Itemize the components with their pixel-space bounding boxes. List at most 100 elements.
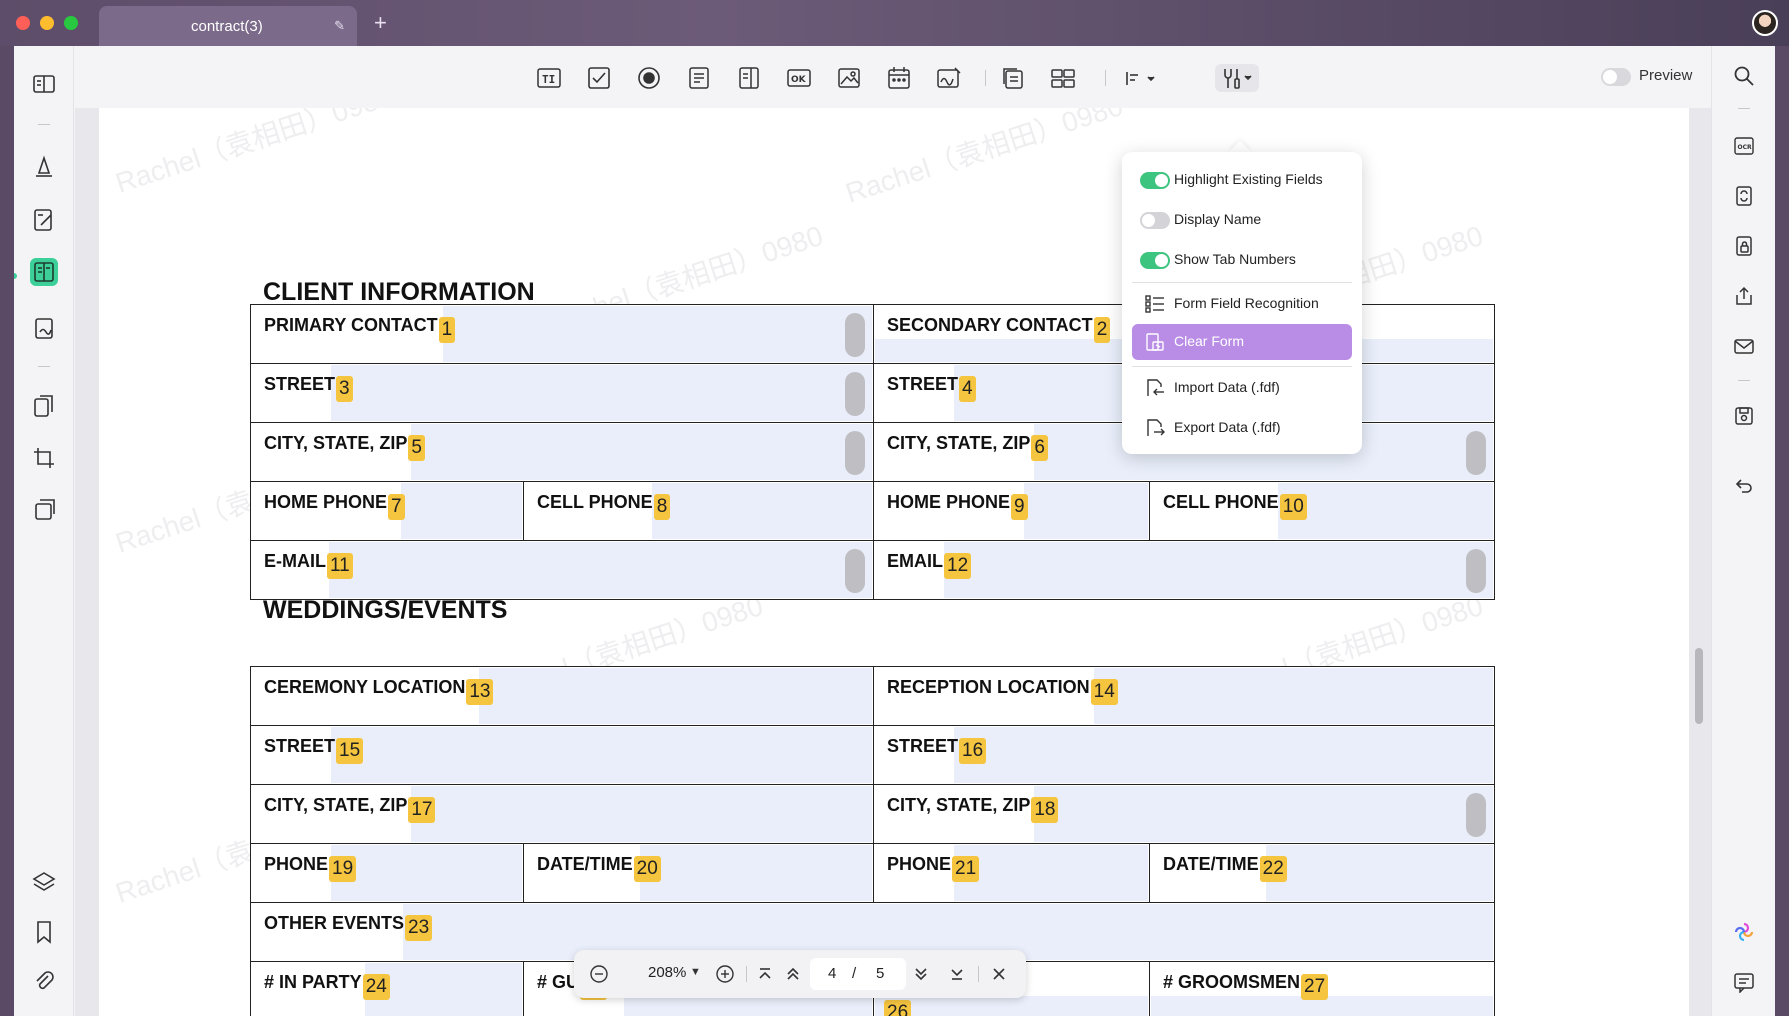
menu-toggle-highlight-existing-fields[interactable]: Highlight Existing Fields [1132,162,1352,198]
form-field-street[interactable]: STREET 15 [250,725,873,784]
page-number-input[interactable]: 4 / 5 [810,958,906,990]
form-field-cell-phone[interactable]: CELL PHONE 8 [523,481,873,540]
field-resize-handle[interactable] [845,372,865,416]
menu-item-form-field-recognition[interactable]: Form Field Recognition [1132,286,1352,322]
section-title-client-information: CLIENT INFORMATION [263,278,535,306]
date-tool-icon[interactable] [885,64,913,92]
pencil-icon[interactable]: ✎ [334,18,345,34]
form-field-cell-phone[interactable]: CELL PHONE 10 [1149,481,1494,540]
zoom-out-icon[interactable] [588,963,610,985]
signature-tool-icon[interactable] [935,64,963,92]
field-resize-handle[interactable] [1466,431,1486,475]
menu-toggle-display-name[interactable]: Display Name [1132,202,1352,238]
fill-sign-icon[interactable] [30,314,58,342]
vertical-scrollbar[interactable] [1695,648,1703,724]
preview-toggle[interactable] [1601,68,1631,86]
document-viewport[interactable]: Rachel（袁相田）0980 Rachel（袁相田）0980 Rachel（袁… [75,108,1711,1016]
form-field-date-time[interactable]: DATE/TIME 20 [523,843,873,902]
form-field-date-time[interactable]: DATE/TIME 22 [1149,843,1494,902]
tools-menu-icon[interactable] [1215,64,1259,92]
protect-icon[interactable] [1732,234,1756,258]
form-field-e-mail[interactable]: E-MAIL 11 [250,540,873,599]
ocr-icon[interactable]: OCR [1732,134,1756,158]
form-field-phone[interactable]: PHONE 21 [873,843,1149,902]
batch-icon[interactable] [30,496,58,524]
menu-item-export-data[interactable]: Export Data (.fdf) [1132,410,1352,446]
form-field-in-party[interactable]: # IN PARTY 24 [250,961,523,1016]
toggle-switch[interactable] [1140,212,1170,229]
tab-number-badge: 13 [466,679,494,705]
previous-page-icon[interactable] [782,963,804,985]
combo-box-tool-icon[interactable] [735,64,763,92]
toggle-switch[interactable] [1140,172,1170,189]
undo-icon[interactable] [1732,474,1756,498]
tab-number-badge: 19 [329,856,357,882]
form-field-phone[interactable]: PHONE 19 [250,843,523,902]
field-resize-handle[interactable] [845,549,865,593]
avatar[interactable] [1752,10,1778,36]
button-tool-icon[interactable]: OK [785,64,813,92]
zoom-in-icon[interactable] [714,963,736,985]
form-field-home-phone[interactable]: HOME PHONE 9 [873,481,1149,540]
form-field-street[interactable]: STREET 16 [873,725,1494,784]
save-icon[interactable] [1732,404,1756,428]
zoom-level[interactable]: 208% [648,964,686,981]
form-field-city-state-zip[interactable]: CITY, STATE, ZIP 5 [250,422,873,481]
convert-icon[interactable] [1732,184,1756,208]
field-resize-handle[interactable] [845,313,865,357]
share-icon[interactable] [1732,284,1756,308]
menu-item-label: Export Data (.fdf) [1174,419,1281,435]
search-icon[interactable] [1732,64,1756,88]
bookmark-icon[interactable] [30,918,58,946]
field-resize-handle[interactable] [1466,549,1486,593]
last-page-icon[interactable] [946,963,968,985]
form-field-home-phone[interactable]: HOME PHONE 7 [250,481,523,540]
field-resize-handle[interactable] [1466,793,1486,837]
field-resize-handle[interactable] [845,431,865,475]
document-tab[interactable]: contract(3) ✎ [99,6,357,46]
form-field-ceremony-location[interactable]: CEREMONY LOCATION 13 [250,666,873,725]
form-field-primary-contact[interactable]: PRIMARY CONTACT 1 [250,304,873,363]
form-field-city-state-zip[interactable]: CITY, STATE, ZIP 17 [250,784,873,843]
edit-pdf-icon[interactable] [30,206,58,234]
ai-assistant-icon[interactable] [1732,920,1756,944]
text-field-tool-icon[interactable]: TI [535,64,563,92]
menu-item-import-data[interactable]: Import Data (.fdf) [1132,370,1352,406]
tab-number-badge: 18 [1031,797,1059,823]
layers-icon[interactable] [30,868,58,896]
reader-mode-icon[interactable] [30,70,58,98]
crop-icon[interactable] [30,444,58,472]
new-tab-button[interactable]: + [374,12,387,34]
grid-icon[interactable] [1049,64,1077,92]
close-window-button[interactable] [16,16,30,30]
image-tool-icon[interactable] [835,64,863,92]
menu-toggle-show-tab-numbers[interactable]: Show Tab Numbers [1132,242,1352,278]
align-icon[interactable] [1121,64,1161,92]
form-field-city-state-zip[interactable]: CITY, STATE, ZIP 18 [873,784,1494,843]
close-icon[interactable] [988,963,1010,985]
form-editor-icon[interactable] [30,258,58,286]
menu-item-clear-form[interactable]: Clear Form [1132,324,1352,360]
list-box-tool-icon[interactable] [685,64,713,92]
form-field-street[interactable]: STREET 3 [250,363,873,422]
first-page-icon[interactable] [754,963,776,985]
duplicate-fields-icon[interactable] [999,64,1027,92]
chevron-down-icon[interactable]: ▼ [690,966,701,978]
toggle-switch[interactable] [1140,252,1170,269]
form-field-groomsmen[interactable]: # GROOMSMEN 27 [1149,961,1494,1016]
highlighter-icon[interactable] [30,152,58,180]
comment-icon[interactable] [1732,970,1756,994]
attachment-icon[interactable] [30,968,58,996]
form-field-email[interactable]: EMAIL 12 [873,540,1494,599]
tab-number-badge: 27 [1301,974,1329,1000]
current-page[interactable]: 4 [828,965,836,982]
checkbox-tool-icon[interactable] [585,64,613,92]
organize-pages-icon[interactable] [30,392,58,420]
form-tools-menu: Highlight Existing Fields Display Name S… [1122,152,1362,454]
mail-icon[interactable] [1732,334,1756,358]
minimize-window-button[interactable] [40,16,54,30]
form-field-reception-location[interactable]: RECEPTION LOCATION 14 [873,666,1494,725]
zoom-window-button[interactable] [64,16,78,30]
radio-button-tool-icon[interactable] [635,64,663,92]
next-page-icon[interactable] [910,963,932,985]
